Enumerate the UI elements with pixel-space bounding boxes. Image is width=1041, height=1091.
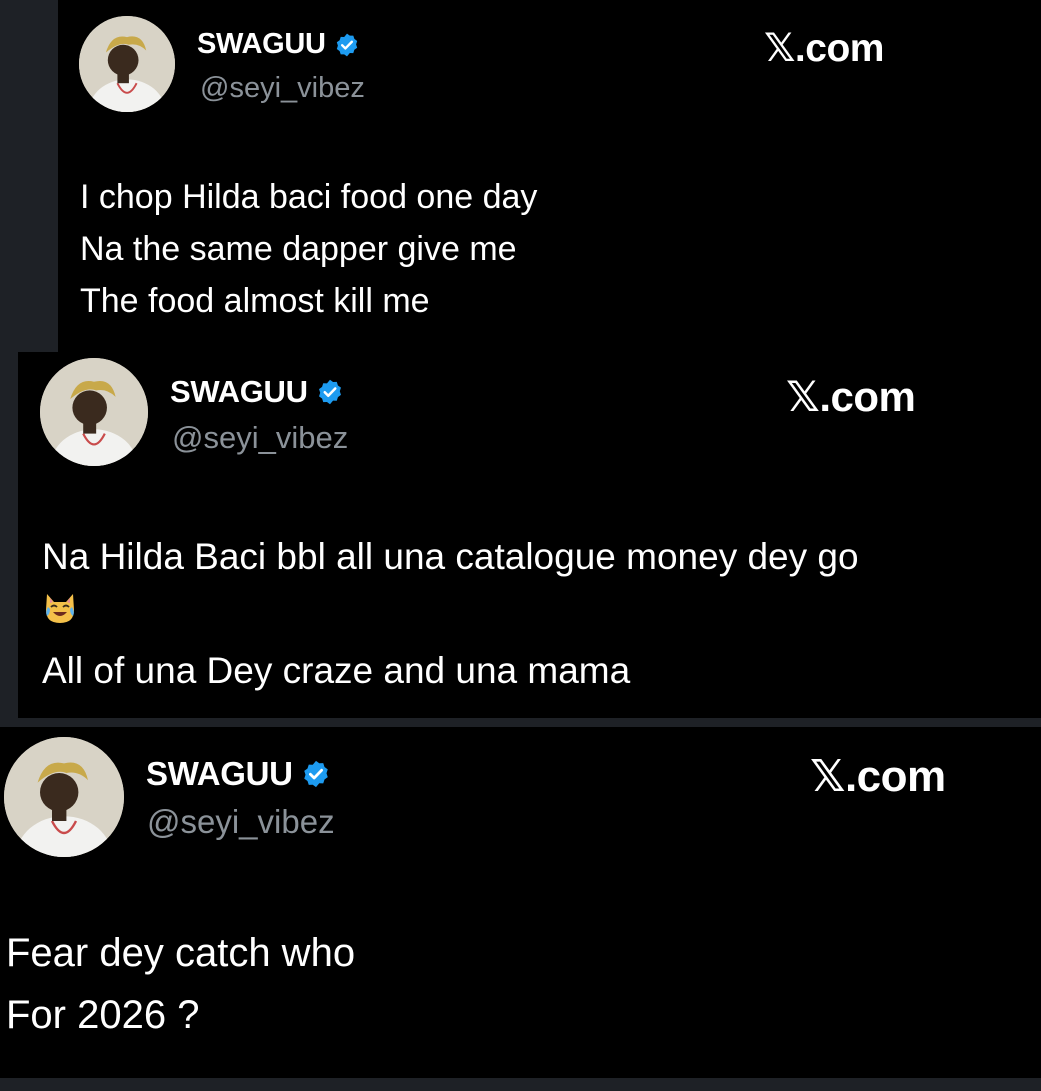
avatar-photo-icon (79, 16, 175, 112)
tweet-text-line: For 2026 ? (6, 993, 200, 1037)
verified-badge-icon (301, 759, 331, 789)
tweet-text-line: I chop Hilda baci food one day (80, 178, 538, 216)
tweet-card: SWAGUU @seyi_vibez 𝕏.com Fear dey catch … (0, 727, 1041, 1078)
x-brand-logo: 𝕏.com (786, 373, 916, 420)
avatar-photo-icon (4, 737, 124, 857)
author-handle[interactable]: @seyi_vibez (147, 803, 335, 841)
tweet-card: SWAGUU @seyi_vibez 𝕏.com I chop Hilda ba… (58, 0, 1041, 360)
verified-badge-icon (316, 378, 344, 406)
author-handle[interactable]: @seyi_vibez (172, 420, 348, 456)
author-name[interactable]: SWAGUU (170, 374, 308, 410)
avatar[interactable] (40, 358, 148, 466)
author-handle[interactable]: @seyi_vibez (200, 72, 365, 105)
author-name-row: SWAGUU (146, 755, 331, 793)
tweet-text-line: All of una Dey craze and una mama (42, 650, 631, 691)
cat-tears-of-joy-emoji-icon (42, 590, 78, 626)
tweet-text-line: Fear dey catch who (6, 931, 356, 975)
x-brand-logo: 𝕏.com (810, 752, 946, 801)
author-name[interactable]: SWAGUU (146, 755, 293, 793)
avatar[interactable] (4, 737, 124, 857)
tweet-card: SWAGUU @seyi_vibez 𝕏.com Na Hilda Baci b… (18, 352, 1041, 718)
x-brand-logo: 𝕏.com (764, 27, 884, 70)
author-name-row: SWAGUU (197, 28, 360, 61)
tweet-text-line: Na the same dapper give me (80, 230, 517, 268)
author-name[interactable]: SWAGUU (197, 28, 326, 61)
verified-badge-icon (334, 32, 360, 58)
avatar-photo-icon (40, 358, 148, 466)
tweet-text-line: Na Hilda Baci bbl all una catalogue mone… (42, 536, 859, 577)
author-name-row: SWAGUU (170, 374, 344, 410)
avatar[interactable] (79, 16, 175, 112)
tweet-text-line: The food almost kill me (80, 282, 430, 320)
